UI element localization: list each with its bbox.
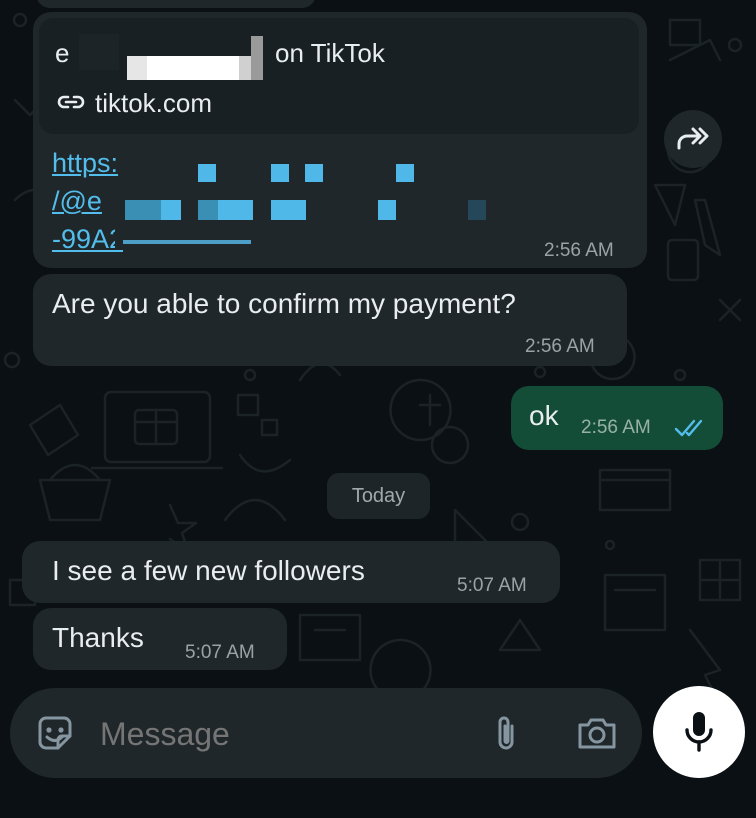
redacted-block [305,164,323,182]
redacted-block [125,200,161,220]
redacted-block [378,200,396,220]
incoming-message-bubble[interactable]: Thanks 5:07 AM [33,608,287,670]
forward-icon [675,124,711,154]
message-composer[interactable] [10,688,642,778]
redacted-block [123,240,251,244]
redacted-block [115,224,251,248]
redacted-block [271,200,306,220]
sticker-icon[interactable] [34,712,76,754]
link-url-line-3[interactable]: -99A2 [52,224,124,255]
redacted-block [198,200,218,220]
incoming-message-bubble[interactable]: Are you able to confirm my payment? 2:56… [33,274,627,366]
camera-icon[interactable] [576,712,618,754]
redacted-block [218,200,253,220]
message-input[interactable] [98,710,462,758]
microphone-icon [683,710,715,754]
paperclip-icon[interactable] [488,712,524,754]
message-time: 5:07 AM [185,642,255,663]
redacted-block [79,34,119,70]
link-preview-title-prefix: e [55,38,70,68]
redacted-block [396,164,414,182]
link-preview-title-suffix: on TikTok [275,38,385,68]
message-time: 2:56 AM [581,417,651,438]
incoming-message-bubble[interactable]: I see a few new followers 5:07 AM [22,541,560,603]
redacted-block [198,164,216,182]
date-divider-label: Today [351,485,406,507]
date-divider: Today [327,473,430,519]
message-time: 2:56 AM [544,240,614,261]
redacted-block [251,36,263,80]
link-url-line-1[interactable]: https: [52,148,118,179]
link-preview-card[interactable]: e on TikTok tiktok.com [39,18,639,134]
chat-screen: e on TikTok tiktok.com https: /@e -99A2 [0,0,756,818]
link-message-bubble[interactable]: e on TikTok tiktok.com https: /@e -99A2 [33,12,647,268]
read-receipt-icon [674,418,708,438]
message-text: Thanks [52,622,144,653]
link-url-line-2[interactable]: /@e [52,186,102,217]
outgoing-message-bubble[interactable]: ok 2:56 AM [511,386,723,450]
message-time: 5:07 AM [457,575,527,596]
voice-message-button[interactable] [653,686,745,778]
message-text: Are you able to confirm my payment? [52,288,516,319]
forward-button[interactable] [664,110,722,168]
message-text: ok [529,400,559,431]
link-preview-domain: tiktok.com [95,88,213,118]
previous-message-bubble[interactable] [36,0,316,8]
redacted-block [161,200,181,220]
redacted-block [468,200,486,220]
message-time: 2:56 AM [525,336,595,357]
redacted-block [271,164,289,182]
message-text: I see a few new followers [52,555,365,586]
redacted-block [127,56,147,80]
link-icon [57,92,85,112]
